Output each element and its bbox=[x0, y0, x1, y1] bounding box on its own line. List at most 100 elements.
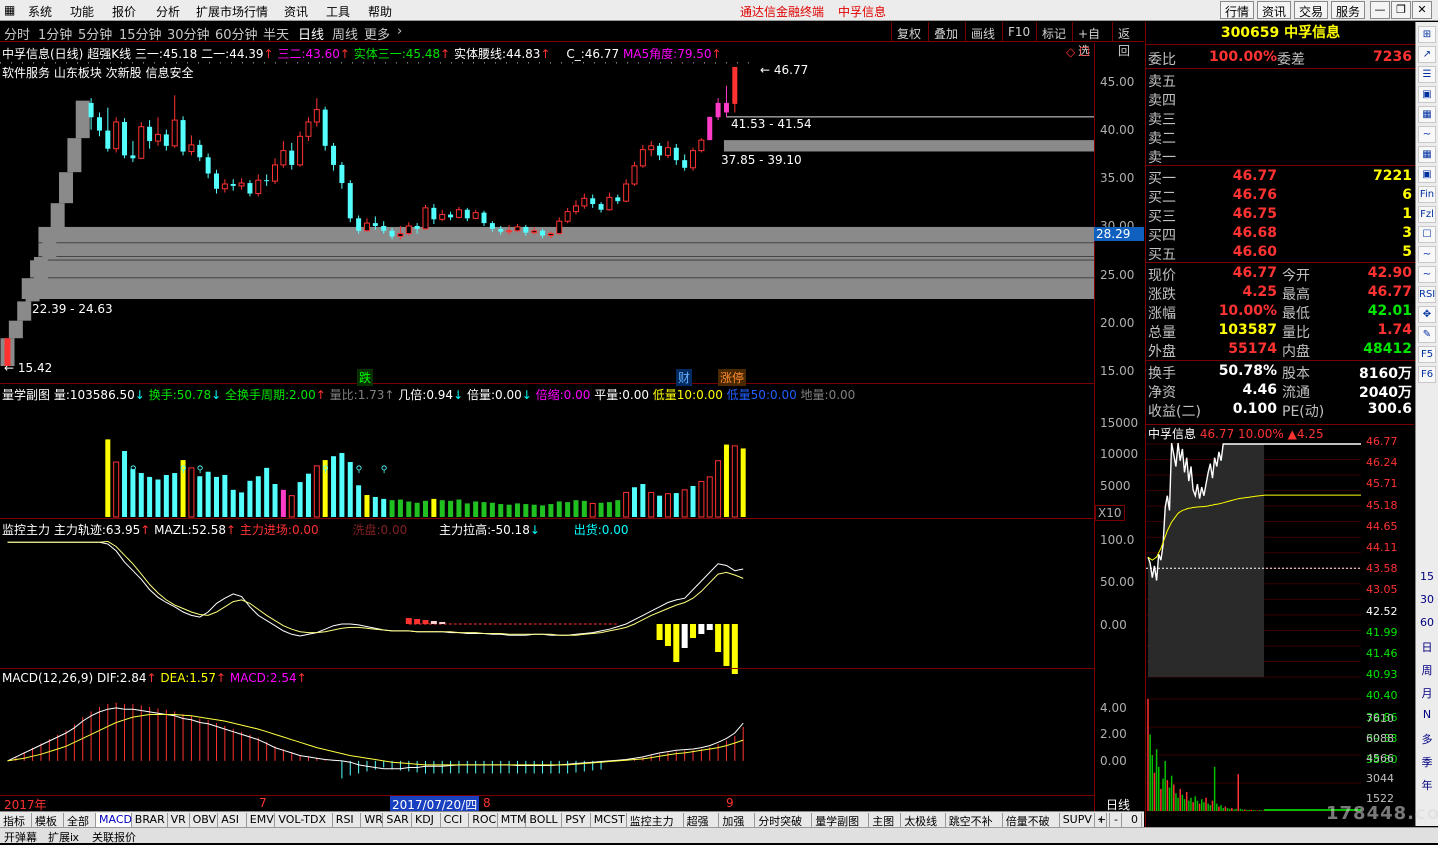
btn-f10[interactable]: F10 bbox=[1002, 22, 1036, 42]
buy-row[interactable]: 买五 46.60 5 bbox=[1146, 243, 1415, 263]
indicator-tab[interactable]: SAR bbox=[383, 813, 412, 827]
event-finance-tag[interactable]: 财 bbox=[676, 369, 693, 386]
chevron-right-icon[interactable]: › bbox=[397, 24, 402, 39]
indicator-tab[interactable]: 量学副图 bbox=[812, 813, 870, 828]
btn-service[interactable]: 服务 bbox=[1331, 1, 1366, 19]
period-shortcut[interactable]: 15 bbox=[1418, 570, 1436, 583]
toolbar-icon[interactable]: ✎ bbox=[1418, 326, 1436, 343]
event-limit-up-tag[interactable]: 涨停 bbox=[718, 369, 747, 386]
period-shortcut[interactable]: N bbox=[1418, 708, 1436, 721]
indicator-tab[interactable]: 主图 bbox=[869, 813, 902, 828]
period-shortcut[interactable]: 月 bbox=[1418, 685, 1436, 701]
indicator-tab[interactable]: 指标 bbox=[0, 813, 32, 828]
btn-overlay[interactable]: 叠加 bbox=[928, 22, 965, 42]
pane-divider[interactable] bbox=[0, 518, 1094, 519]
indicator-tab[interactable]: 加强K线 bbox=[719, 813, 756, 844]
pane-divider[interactable] bbox=[0, 383, 1094, 384]
toolbar-icon[interactable]: ~ bbox=[1418, 126, 1436, 143]
indicator-tab[interactable]: WR bbox=[361, 813, 384, 827]
pane-divider[interactable] bbox=[0, 668, 1094, 669]
indicator-tab[interactable]: CCI bbox=[441, 813, 470, 827]
event-drop-tag[interactable]: 跌 bbox=[357, 369, 374, 386]
menu-system[interactable]: 系统 bbox=[28, 3, 52, 20]
period-minute-chart[interactable]: 分时 bbox=[4, 24, 30, 43]
indicator-tab[interactable]: ROC bbox=[469, 813, 498, 827]
indicator-name[interactable]: 超强K线 bbox=[87, 47, 131, 61]
indicator-tab[interactable]: 超强K线 bbox=[684, 813, 720, 844]
btn-adjust[interactable]: 复权 bbox=[891, 22, 928, 42]
toolbar-icon[interactable]: RSI bbox=[1418, 286, 1436, 303]
kline-chart-area[interactable]: ⚲ ⚲ ⚲ ⚲ ⚲ ⚲ bbox=[0, 43, 1145, 811]
toolbar-icon[interactable]: ☐ bbox=[1418, 226, 1436, 243]
zoom-control[interactable]: + bbox=[1094, 813, 1111, 827]
period-weekly[interactable]: 周线 bbox=[332, 24, 358, 43]
indicator-tab[interactable]: BRAR bbox=[132, 813, 168, 827]
menu-news[interactable]: 资讯 bbox=[284, 3, 308, 20]
restore-icon[interactable]: ❐ bbox=[1391, 1, 1411, 19]
toolbar-icon[interactable]: ▦ bbox=[1418, 106, 1436, 123]
zoom-control[interactable]: - bbox=[1111, 813, 1122, 827]
menu-ext-market[interactable]: 扩展市场行情 bbox=[196, 3, 268, 20]
monitor-indicator-name[interactable]: 监控主力 bbox=[2, 523, 50, 537]
menu-help[interactable]: 帮助 bbox=[368, 3, 392, 20]
buy-row[interactable]: 买三 46.75 1 bbox=[1146, 205, 1415, 225]
menu-tools[interactable]: 工具 bbox=[326, 3, 350, 20]
indicator-tab[interactable]: 分时突破 bbox=[755, 813, 813, 828]
indicator-tab[interactable]: 监控主力 bbox=[627, 813, 684, 828]
indicator-tab[interactable]: EMV bbox=[247, 813, 276, 827]
period-1min[interactable]: 1分钟 bbox=[38, 24, 72, 43]
period-halfday[interactable]: 半天 bbox=[263, 24, 289, 43]
menu-function[interactable]: 功能 bbox=[70, 3, 94, 20]
toolbar-icon[interactable]: ▣ bbox=[1418, 166, 1436, 183]
toolbar-icon[interactable]: F5 bbox=[1418, 346, 1436, 363]
period-shortcut[interactable]: 周 bbox=[1418, 662, 1436, 678]
period-shortcut[interactable]: 30 bbox=[1418, 593, 1436, 606]
period-30min[interactable]: 30分钟 bbox=[167, 24, 210, 43]
period-60min[interactable]: 60分钟 bbox=[215, 24, 258, 43]
zoom-control[interactable]: 0 bbox=[1128, 813, 1142, 827]
mini-intraday-chart[interactable]: 中孚信息 46.77 10.00% ▲4.25 46.77 46.24 45.71 4… bbox=[1145, 424, 1414, 828]
indicator-tab[interactable]: PSY bbox=[562, 813, 591, 827]
toolbar-icon[interactable]: ↗ bbox=[1418, 46, 1436, 63]
indicator-tab[interactable]: OBV bbox=[190, 813, 219, 827]
toolbar-icon[interactable]: ▣ bbox=[1418, 86, 1436, 103]
vol-indicator-name[interactable]: 量学副图 bbox=[2, 388, 50, 402]
close-icon[interactable]: ✕ bbox=[1412, 1, 1432, 19]
buy-row[interactable]: 买一 46.77 7221 bbox=[1146, 167, 1415, 187]
diamond-icon[interactable]: ◇ ☐ bbox=[1066, 45, 1090, 59]
btn-info[interactable]: 资讯 bbox=[1257, 1, 1292, 19]
btn-mark[interactable]: 标记 bbox=[1036, 22, 1072, 42]
toolbar-icon[interactable]: ⊞ bbox=[1418, 26, 1436, 43]
period-shortcut[interactable]: 多 bbox=[1418, 731, 1436, 747]
indicator-tab[interactable]: 倍量不破 bbox=[1003, 813, 1060, 828]
period-shortcut[interactable]: 季 bbox=[1418, 754, 1436, 770]
period-5min[interactable]: 5分钟 bbox=[78, 24, 112, 43]
macd-indicator-name[interactable]: MACD(12,26,9) bbox=[2, 671, 93, 685]
period-15min[interactable]: 15分钟 bbox=[119, 24, 162, 43]
indicator-tab[interactable]: MTM bbox=[498, 813, 527, 827]
indicator-tab[interactable]: MACD bbox=[96, 813, 132, 827]
buy-row[interactable]: 买二 46.76 6 bbox=[1146, 186, 1415, 206]
period-shortcut[interactable]: 年 bbox=[1418, 777, 1436, 793]
toolbar-icon[interactable]: F6 bbox=[1418, 366, 1436, 383]
buy-row[interactable]: 买四 46.68 3 bbox=[1146, 224, 1415, 244]
toolbar-icon[interactable]: ☰ bbox=[1418, 66, 1436, 83]
indicator-tab[interactable]: KDJ bbox=[412, 813, 441, 827]
menu-analysis[interactable]: 分析 bbox=[156, 3, 180, 20]
indicator-tab[interactable]: ASI bbox=[218, 813, 247, 827]
indicator-tab[interactable]: 模板 bbox=[32, 813, 64, 828]
indicator-tab[interactable]: VOL-TDX bbox=[275, 813, 333, 827]
indicator-tab[interactable]: MCST bbox=[591, 813, 627, 827]
btn-add-watch[interactable]: +自选 bbox=[1072, 22, 1112, 58]
indicator-tab[interactable]: BOLL bbox=[526, 813, 563, 827]
period-shortcut[interactable]: 60 bbox=[1418, 616, 1436, 629]
indicator-tab[interactable]: VR bbox=[168, 813, 190, 827]
btn-back[interactable]: 返回 bbox=[1112, 22, 1144, 58]
toolbar-icon[interactable]: ✥ bbox=[1418, 306, 1436, 323]
period-shortcut[interactable]: 日 bbox=[1418, 639, 1436, 655]
period-more[interactable]: 更多 bbox=[364, 24, 390, 43]
toolbar-icon[interactable]: ~ bbox=[1418, 246, 1436, 263]
minimize-icon[interactable]: — bbox=[1370, 1, 1390, 19]
btn-draw[interactable]: 画线 bbox=[965, 22, 1002, 42]
btn-market[interactable]: 行情 bbox=[1220, 1, 1255, 19]
